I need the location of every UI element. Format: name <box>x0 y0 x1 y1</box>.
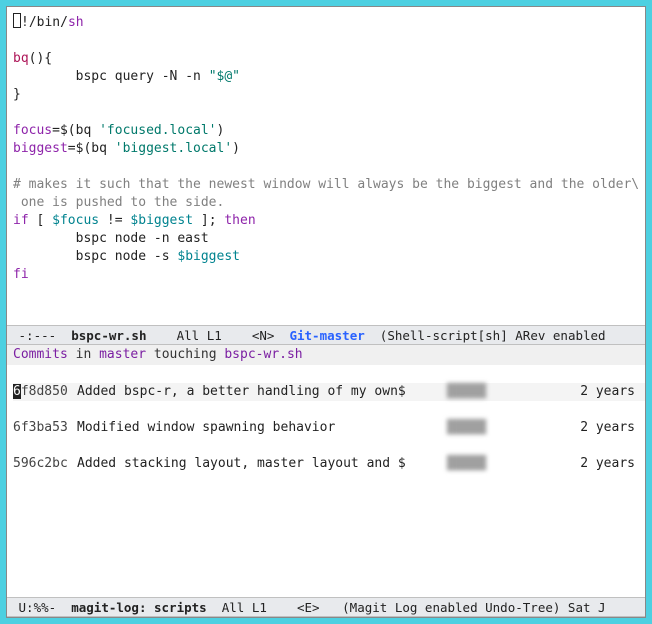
ml-top-filename: bspc-wr.sh <box>71 328 146 343</box>
assign1-arg: 'focused.local' <box>99 123 216 138</box>
modeline-top[interactable]: -:--- bspc-wr.sh All L1 <N> Git-master (… <box>7 325 645 345</box>
assign1-fn: bq <box>76 123 99 138</box>
commit-row[interactable]: 596c2bc Added stacking layout, master la… <box>13 455 645 473</box>
commit-msg: Added bspc-r, a better handling of my ow… <box>77 383 447 401</box>
comment-line-2: one is pushed to the side. <box>13 195 224 210</box>
magit-header-txt2: touching <box>146 347 224 362</box>
assign2-close: ) <box>232 141 240 156</box>
commit-hash: 596c2bc <box>13 455 77 473</box>
ml-bot-left: U:%%- <box>11 600 71 615</box>
then-kw: then <box>224 213 255 228</box>
assign1-close: ) <box>217 123 225 138</box>
commit-msg: Modified window spawning behavior <box>77 419 447 437</box>
magit-header-kw3: bspc-wr.sh <box>224 347 302 362</box>
emacs-frame: !/bin/sh bq(){ bspc query -N -n "$@" } f… <box>6 6 646 618</box>
commit-hash: 6f8d850 <box>13 383 77 401</box>
assign1-lhs: focus <box>13 123 52 138</box>
ml-top-git: Git-master <box>289 328 364 343</box>
shebang-prefix: !/bin/ <box>21 15 68 30</box>
commit-age: 2 years <box>507 455 645 473</box>
if-open: [ <box>29 213 52 228</box>
if-kw: if <box>13 213 29 228</box>
assign2-lhs: biggest <box>13 141 68 156</box>
commit-row[interactable]: 6f3ba53 Modified window spawning behavio… <box>13 419 645 437</box>
assign2-arg: 'biggest.local' <box>115 141 232 156</box>
func-name: bq <box>13 51 29 66</box>
commit-author: █████ <box>447 455 507 473</box>
magit-header-kw1: Commits <box>13 347 68 362</box>
fi-kw: fi <box>13 267 29 282</box>
magit-log-pane[interactable]: 6f8d850 Added bspc-r, a better handling … <box>7 365 645 597</box>
editor-pane[interactable]: !/bin/sh bq(){ bspc query -N -n "$@" } f… <box>7 7 645 325</box>
ml-top-mid: All L1 <N> <box>146 328 289 343</box>
body2-var: $biggest <box>177 249 240 264</box>
func-suffix: (){ <box>29 51 52 66</box>
commit-age: 2 years <box>507 383 645 401</box>
if-op: != <box>99 213 130 228</box>
commit-author: █████ <box>447 419 507 437</box>
commit-row[interactable]: 6f8d850 Added bspc-r, a better handling … <box>13 383 645 401</box>
close-brace: } <box>13 87 21 102</box>
ml-top-right: (Shell-script[sh] ARev enabled <box>365 328 606 343</box>
assign2-eq: =$( <box>68 141 91 156</box>
ml-bot-filename: magit-log: scripts <box>71 600 206 615</box>
assign1-eq: =$( <box>52 123 75 138</box>
query-indent <box>13 69 76 84</box>
commit-hash: 6f3ba53 <box>13 419 77 437</box>
commit-msg: Added stacking layout, master layout and… <box>77 455 447 473</box>
magit-header-txt1: in <box>68 347 99 362</box>
shebang-shell: sh <box>68 15 84 30</box>
cursor <box>13 13 21 28</box>
ml-top-left: -:--- <box>11 328 71 343</box>
if-var2: $biggest <box>130 213 193 228</box>
comment-line-1: # makes it such that the newest window w… <box>13 177 639 192</box>
query-cmd: bspc query -N -n <box>76 69 209 84</box>
body2-prefix: bspc node -s <box>13 249 177 264</box>
query-str: "$@" <box>209 69 240 84</box>
magit-header: Commits in master touching bspc-wr.sh <box>7 345 645 365</box>
assign2-fn: bq <box>91 141 114 156</box>
magit-header-kw2: master <box>99 347 146 362</box>
ml-bot-mid: All L1 <E> (Magit Log enabled Undo-Tree)… <box>207 600 606 615</box>
commit-author: █████ <box>447 383 507 401</box>
if-close: ]; <box>193 213 224 228</box>
commit-age: 2 years <box>507 419 645 437</box>
body1: bspc node -n east <box>13 231 209 246</box>
if-var1: $focus <box>52 213 99 228</box>
modeline-bottom[interactable]: U:%%- magit-log: scripts All L1 <E> (Mag… <box>7 597 645 617</box>
